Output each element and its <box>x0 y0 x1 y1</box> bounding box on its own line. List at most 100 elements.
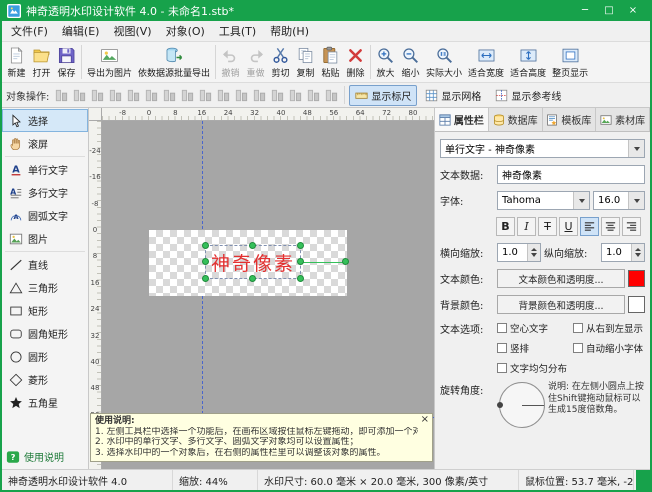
selection-handle[interactable] <box>202 258 209 265</box>
selection-handle[interactable] <box>202 242 209 249</box>
tool-select[interactable]: 选择 <box>2 109 88 132</box>
new-button[interactable]: 新建 <box>4 44 29 81</box>
selection-handle[interactable] <box>297 258 304 265</box>
tool-pan[interactable]: 滚屏 <box>2 132 88 155</box>
selection-handle[interactable] <box>202 275 209 282</box>
selection-handle[interactable] <box>249 242 256 249</box>
tool-circle[interactable]: 圆形 <box>2 345 88 368</box>
spinner-arrows-icon[interactable] <box>631 244 644 261</box>
fit-width-button[interactable]: 适合宽度 <box>465 44 507 81</box>
resize-grip-icon[interactable] <box>636 470 650 490</box>
text-data-input[interactable]: 神奇像素 <box>497 165 645 184</box>
maximize-button[interactable]: □ <box>597 3 621 19</box>
rotation-knob-icon[interactable] <box>497 402 503 408</box>
menu-edit[interactable]: 编辑(E) <box>55 20 107 42</box>
canvas-area[interactable]: -16-80816243240485664728088 -24-16-80816… <box>89 108 434 469</box>
watermark-canvas[interactable]: 神奇像素 <box>149 230 349 296</box>
spinner-arrows-icon[interactable] <box>527 244 540 261</box>
close-icon[interactable]: × <box>421 414 429 426</box>
option-even-distribution[interactable]: 文字均匀分布 <box>497 361 569 375</box>
batch-export-button[interactable]: 依数据源批量导出 <box>135 44 213 81</box>
tool-image[interactable]: 图片 <box>2 227 88 250</box>
tool-rounded-rect[interactable]: 圆角矩形 <box>2 322 88 345</box>
actual-size-button[interactable]: 实际大小 <box>423 44 465 81</box>
main-area: 选择 滚屏 A 单行文字 A 多行文字 A 圆弧文字 图片 直线 三角形 矩形 圆角矩形 圆形 菱形 五角星 … <box>2 108 650 469</box>
bg-color-swatch[interactable] <box>628 296 645 313</box>
strikethrough-button[interactable]: T <box>538 217 557 236</box>
selection-handle[interactable] <box>297 242 304 249</box>
redo-button[interactable]: 重做 <box>243 44 268 81</box>
option-hollow-text[interactable]: 空心文字 <box>497 321 569 335</box>
open-button[interactable]: 打开 <box>29 44 54 81</box>
align-center-button[interactable] <box>601 217 620 236</box>
bold-button[interactable]: B <box>496 217 515 236</box>
rotation-handle[interactable] <box>342 258 349 265</box>
tab-templates[interactable]: 模板库 <box>542 108 597 131</box>
watermark-text[interactable]: 神奇像素 <box>206 246 300 278</box>
zoom-in-button[interactable]: 放大 <box>373 44 398 81</box>
rotation-handle-line <box>300 262 344 263</box>
tool-diamond[interactable]: 菱形 <box>2 368 88 391</box>
save-button[interactable]: 保存 <box>54 44 79 81</box>
menu-help[interactable]: 帮助(H) <box>263 20 316 42</box>
bg-color-button[interactable]: 背景颜色和透明度... <box>497 295 625 314</box>
ruler-number: 8 <box>92 252 98 261</box>
align-right-button[interactable] <box>622 217 641 236</box>
delete-button[interactable]: 删除 <box>343 44 368 81</box>
selection-handle[interactable] <box>297 275 304 282</box>
checkbox-icon[interactable] <box>497 363 507 373</box>
help-link[interactable]: ? 使用说明 <box>2 444 88 469</box>
checkbox-icon[interactable] <box>573 343 583 353</box>
tab-properties[interactable]: 属性栏 <box>435 108 489 131</box>
object-selector[interactable]: 单行文字 - 神奇像素 <box>440 139 645 158</box>
toggle-show-rulers[interactable]: 显示标尺 <box>349 84 418 106</box>
menu-object[interactable]: 对象(O) <box>159 20 212 42</box>
font-label: 字体: <box>440 197 464 208</box>
toggle-show-guides[interactable]: 显示参考线 <box>489 85 567 106</box>
tool-arc-text[interactable]: A 圆弧文字 <box>2 204 88 227</box>
v-scale-input[interactable]: 1.0 <box>601 243 645 262</box>
tool-triangle[interactable]: 三角形 <box>2 276 88 299</box>
tool-multi-line-text[interactable]: A 多行文字 <box>2 181 88 204</box>
text-color-button[interactable]: 文本颜色和透明度... <box>497 269 625 288</box>
tool-line[interactable]: 直线 <box>2 253 88 276</box>
fit-page-button[interactable]: 整页显示 <box>549 44 591 81</box>
selection-handle[interactable] <box>249 275 256 282</box>
copy-button[interactable]: 复制 <box>293 44 318 81</box>
toggle-show-grid[interactable]: 显示网格 <box>419 85 487 106</box>
menu-tool[interactable]: 工具(T) <box>212 20 263 42</box>
option-vertical-text[interactable]: 竖排 <box>497 341 569 355</box>
tool-rect[interactable]: 矩形 <box>2 299 88 322</box>
menu-view[interactable]: 视图(V) <box>106 20 158 42</box>
underline-button[interactable]: U <box>559 217 578 236</box>
italic-button[interactable]: I <box>517 217 536 236</box>
text-color-swatch[interactable] <box>628 270 645 287</box>
menu-file[interactable]: 文件(F) <box>4 20 55 42</box>
ruler-number: 24 <box>223 109 233 117</box>
export-image-button[interactable]: 导出为图片 <box>84 44 135 81</box>
minimize-button[interactable]: ─ <box>573 3 597 19</box>
zoom-out-button[interactable]: 缩小 <box>398 44 423 81</box>
cut-button[interactable]: 剪切 <box>268 44 293 81</box>
paste-button[interactable]: 粘贴 <box>318 44 343 81</box>
undo-button[interactable]: 撤销 <box>218 44 243 81</box>
option-right-to-left[interactable]: 从右到左显示 <box>573 321 645 335</box>
tab-database[interactable]: 数据库 <box>488 108 543 131</box>
delete-icon <box>346 46 365 65</box>
font-size-select[interactable]: 16.0 <box>593 191 645 210</box>
align-left-button[interactable] <box>580 217 599 236</box>
tool-star[interactable]: 五角星 <box>2 391 88 414</box>
checkbox-icon[interactable] <box>497 343 507 353</box>
font-family-select[interactable]: Tahoma <box>497 191 590 210</box>
option-auto-shrink[interactable]: 自动缩小字体 <box>573 341 645 355</box>
fit-height-button[interactable]: 适合高度 <box>507 44 549 81</box>
h-scale-input[interactable]: 1.0 <box>497 243 541 262</box>
tab-materials[interactable]: 素材库 <box>596 108 650 131</box>
close-button[interactable]: × <box>621 3 645 19</box>
checkbox-icon[interactable] <box>497 323 507 333</box>
rotation-control[interactable] <box>497 382 545 428</box>
selection-box[interactable]: 神奇像素 <box>202 242 349 282</box>
diamond-icon <box>9 373 23 387</box>
checkbox-icon[interactable] <box>573 323 583 333</box>
tool-single-line-text[interactable]: A 单行文字 <box>2 158 88 181</box>
